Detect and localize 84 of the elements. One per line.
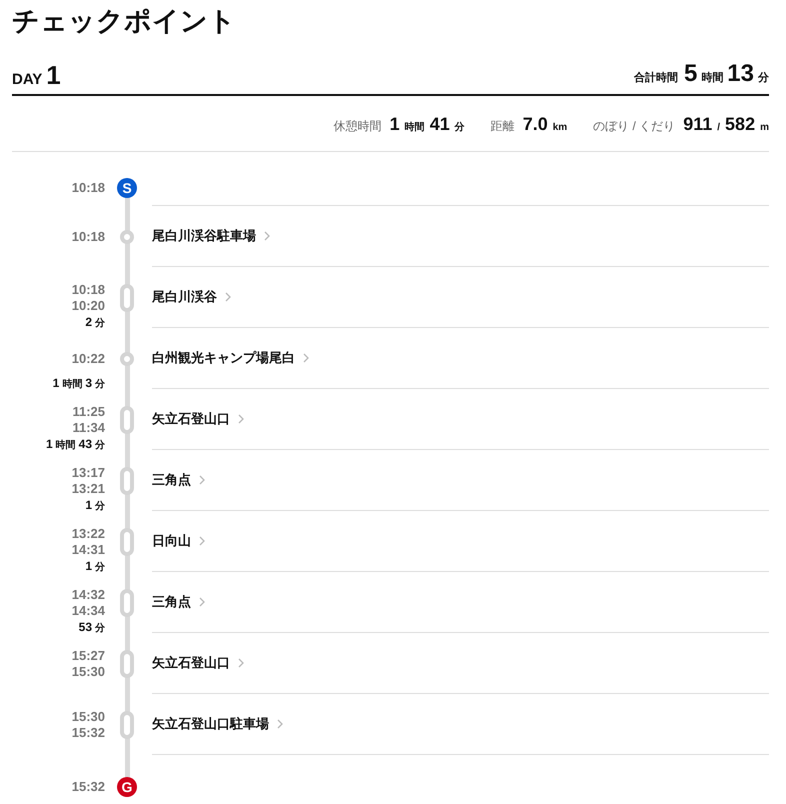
stat-label: のぼり / くだり (593, 118, 676, 135)
checkpoint-time: 15:30 (72, 664, 105, 680)
duration-value: 1 (46, 437, 53, 451)
stat-value: 1 (390, 114, 400, 135)
total-time-value: 5 (684, 60, 698, 88)
checkpoint-time: 10:18 (72, 180, 105, 196)
stat-value: 911 (683, 114, 712, 135)
checkpoint-time: 10:18 (72, 228, 105, 244)
stat-value: 41 (430, 114, 450, 135)
checkpoint-time: 10:22 (72, 350, 105, 366)
checkpoint-link[interactable]: 矢立石登山口 (152, 654, 244, 672)
chevron-icon (238, 414, 244, 424)
checkpoint-time: 15:27 (72, 648, 105, 664)
checkpoint-link[interactable]: 白州観光キャンプ場尾白 (152, 349, 309, 367)
stat-unit: 分 (454, 120, 465, 134)
duration-value: 1 (52, 376, 60, 390)
duration-unit: 時間 (62, 378, 82, 391)
duration-value: 1 (85, 498, 92, 512)
checkpoint-link[interactable]: 三角点 (152, 471, 205, 489)
checkpoint-time: 15:32 (72, 779, 105, 795)
total-time-value: 13 (727, 60, 754, 88)
duration-value: 1 (85, 559, 92, 573)
total-time-unit: 時間 (701, 70, 724, 85)
stat-value: 7.0 (522, 114, 548, 135)
checkpoint-link[interactable]: 尾白川渓谷駐車場 (152, 227, 270, 245)
chevron-icon (225, 292, 231, 302)
checkpoint-time: 13:22 (72, 526, 105, 542)
checkpoint-link[interactable]: 矢立石登山口 (152, 410, 244, 428)
duration-unit: 分 (95, 438, 105, 452)
page-title: チェックポイント (12, 5, 237, 38)
stop-node (120, 466, 134, 494)
chevron-icon (277, 719, 283, 729)
stop-node (120, 710, 134, 738)
checkpoint-time: 14:34 (72, 602, 105, 618)
checkpoint-time: 15:32 (72, 724, 105, 740)
waypoint-node (120, 230, 134, 244)
stop-node (120, 528, 134, 556)
chevron-icon (199, 597, 205, 607)
duration-unit: 分 (95, 316, 105, 330)
duration-unit: 分 (95, 378, 105, 391)
stat-unit: m (760, 122, 769, 133)
total-time-label: 合計時間 (634, 70, 678, 85)
duration-value: 53 (78, 620, 92, 634)
start-marker: S (117, 178, 137, 198)
checkpoint-time: 11:34 (72, 420, 105, 436)
checkpoint-time: 10:18 (72, 282, 105, 298)
duration-unit: 時間 (56, 438, 76, 452)
checkpoint-link[interactable]: 矢立石登山口駐車場 (152, 715, 283, 733)
stop-node (120, 406, 134, 434)
chevron-icon (238, 658, 244, 668)
day-number: 1 (46, 62, 61, 88)
checkpoint-time: 13:17 (72, 464, 105, 480)
chevron-icon (303, 353, 309, 363)
duration-unit: 分 (95, 500, 105, 513)
duration-unit: 分 (95, 622, 105, 635)
checkpoint-link[interactable]: 三角点 (152, 593, 205, 611)
checkpoint-link[interactable]: 尾白川渓谷 (152, 288, 231, 306)
checkpoint-link[interactable]: 日向山 (152, 532, 205, 550)
chevron-icon (199, 475, 205, 485)
checkpoint-time: 11:25 (72, 404, 105, 420)
duration-unit: 分 (95, 560, 105, 574)
checkpoint-time: 14:31 (72, 542, 105, 558)
chevron-icon (264, 231, 270, 241)
stat-label: 休憩時間 (334, 118, 382, 135)
checkpoint-time: 15:30 (72, 708, 105, 724)
duration-value: 43 (78, 437, 92, 451)
stat-value: 582 (725, 114, 756, 135)
stop-node (120, 650, 134, 678)
total-time-unit: 分 (758, 70, 769, 85)
stop-node (120, 284, 134, 312)
duration-value: 3 (85, 376, 92, 390)
stat-unit: / (717, 122, 720, 133)
chevron-icon (199, 536, 205, 546)
stat-unit: km (552, 122, 568, 133)
stat-unit: 時間 (404, 120, 425, 134)
day-label: DAY (12, 71, 42, 88)
checkpoint-time: 10:20 (72, 298, 105, 314)
duration-value: 2 (85, 315, 92, 329)
goal-marker: G (117, 777, 137, 797)
stop-node (120, 588, 134, 616)
checkpoint-time: 13:21 (72, 480, 105, 496)
checkpoint-time: 14:32 (72, 586, 105, 602)
stat-label: 距離 (490, 118, 515, 135)
waypoint-node (120, 352, 134, 366)
